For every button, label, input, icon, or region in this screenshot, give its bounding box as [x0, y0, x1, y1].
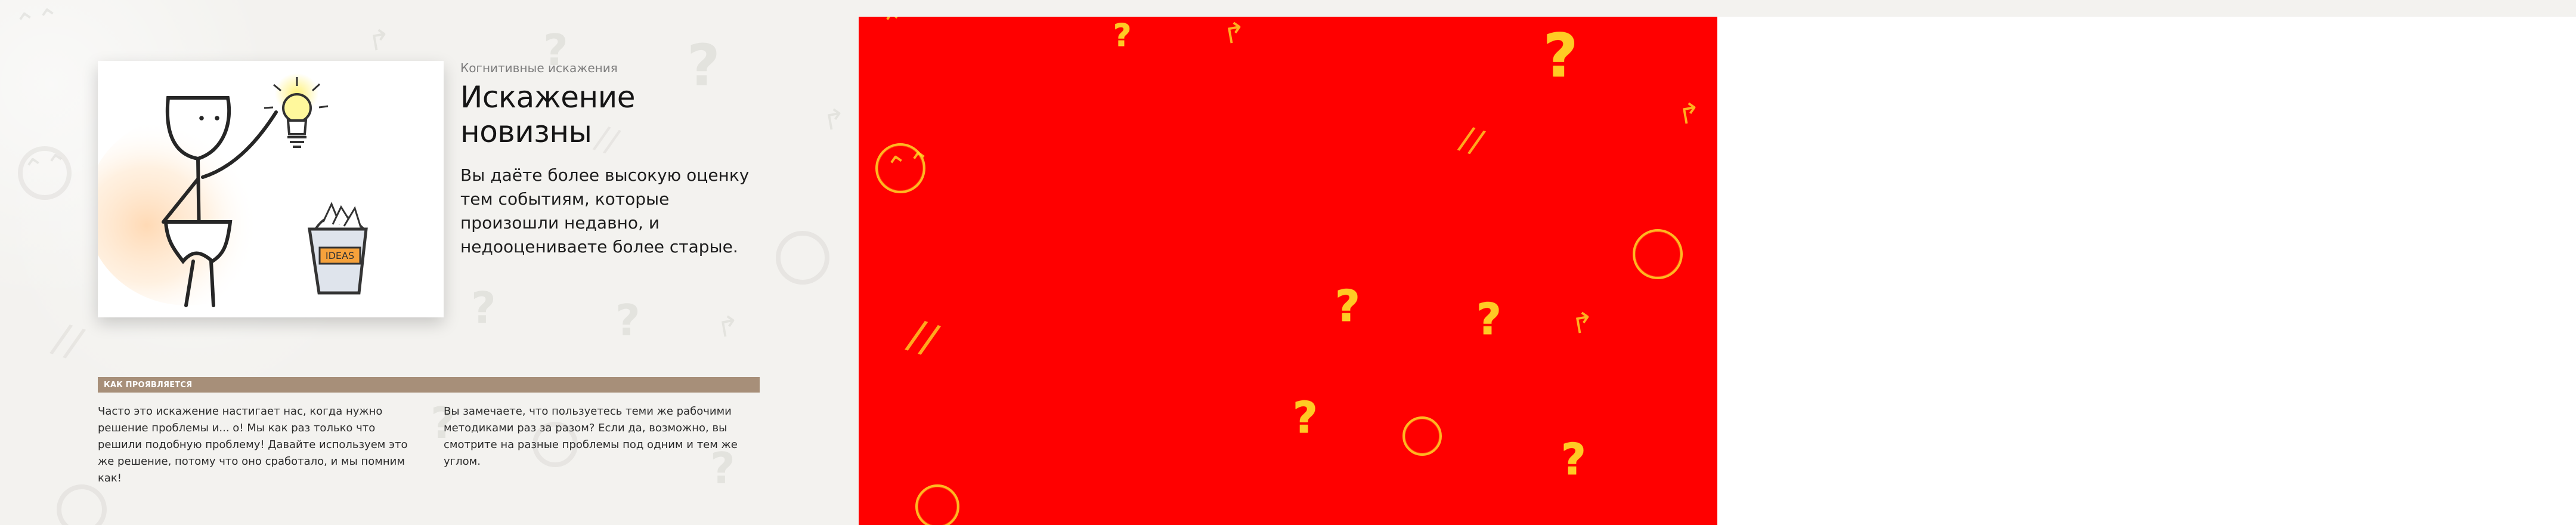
- basket-label: IDEAS: [326, 250, 354, 261]
- double-chevron-icon: ⌃⌃: [20, 146, 72, 187]
- double-chevron-icon: ⌃⌃: [878, 17, 930, 41]
- slash-icon: //: [902, 310, 943, 365]
- arrow-icon: ↱: [365, 22, 394, 58]
- section-column-left: Часто это искажение настигает нас, когда…: [98, 405, 408, 484]
- arrow-icon: ↱: [1568, 305, 1597, 341]
- section-content: Часто это искажение настигает нас, когда…: [98, 403, 760, 487]
- arrow-icon: ↱: [1220, 17, 1249, 51]
- circle-decoration: [776, 231, 829, 285]
- arrow-icon: ↱: [1675, 95, 1704, 131]
- page-title: Искажение новизны: [460, 80, 636, 149]
- question-mark-icon: ?: [1561, 434, 1587, 485]
- question-mark-icon: ?: [1543, 21, 1578, 91]
- circle-decoration: [1633, 229, 1683, 279]
- question-mark-icon: ?: [1293, 393, 1318, 443]
- article-header: Когнитивные искажения Искажение новизны …: [460, 61, 770, 259]
- blank-panel: [1717, 0, 2576, 525]
- circle-decoration: [57, 484, 107, 525]
- question-mark-icon: ?: [1476, 294, 1502, 345]
- arrow-icon: ↱: [714, 308, 742, 344]
- red-mask-canvas: ⌃⌃ ↱ ↱ ↱ ⌃⌃ ? ? ? ? ? ? // //: [859, 17, 1717, 525]
- circle-decoration: [875, 143, 925, 193]
- slash-icon: //: [1456, 118, 1488, 162]
- double-chevron-icon: ⌃⌃: [11, 1, 63, 41]
- circle-decoration: [915, 484, 959, 525]
- double-chevron-icon: ⌃⌃: [883, 144, 934, 184]
- circle-decoration: [18, 146, 72, 200]
- question-mark-icon: ?: [615, 295, 640, 345]
- section-header: КАК ПРОЯВЛЯЕТСЯ: [98, 377, 760, 393]
- question-mark-icon: ?: [471, 283, 496, 333]
- arrow-icon: ↱: [820, 101, 849, 137]
- question-mark-icon: ?: [1335, 281, 1361, 332]
- article-lead: Вы даёте более высокую оценку тем событи…: [460, 165, 750, 257]
- circle-decoration: [1402, 416, 1442, 456]
- section-column-right: Вы замечаете, что пользуетесь теми же ра…: [444, 405, 738, 468]
- section-title: КАК ПРОЯВЛЯЕТСЯ: [104, 380, 193, 390]
- question-mark-icon: ?: [1113, 18, 1132, 54]
- article-category: Когнитивные искажения: [460, 61, 618, 75]
- slash-icon: //: [47, 314, 88, 368]
- article-illustration: IDEAS: [98, 61, 444, 317]
- mask-panel: ⌃⌃ ↱ ↱ ↱ ⌃⌃ ? ? ? ? ? ? // //: [859, 0, 1717, 525]
- screenshot-frame: ⌃⌃ ↱ ↱ ↱ ⌃⌃ ? ? ? ? ? ? // // IDEAS Когн…: [0, 0, 2576, 525]
- article-panel: ⌃⌃ ↱ ↱ ↱ ⌃⌃ ? ? ? ? ? ? // // IDEAS Когн…: [0, 0, 859, 525]
- illustration-svg: IDEAS: [98, 61, 444, 317]
